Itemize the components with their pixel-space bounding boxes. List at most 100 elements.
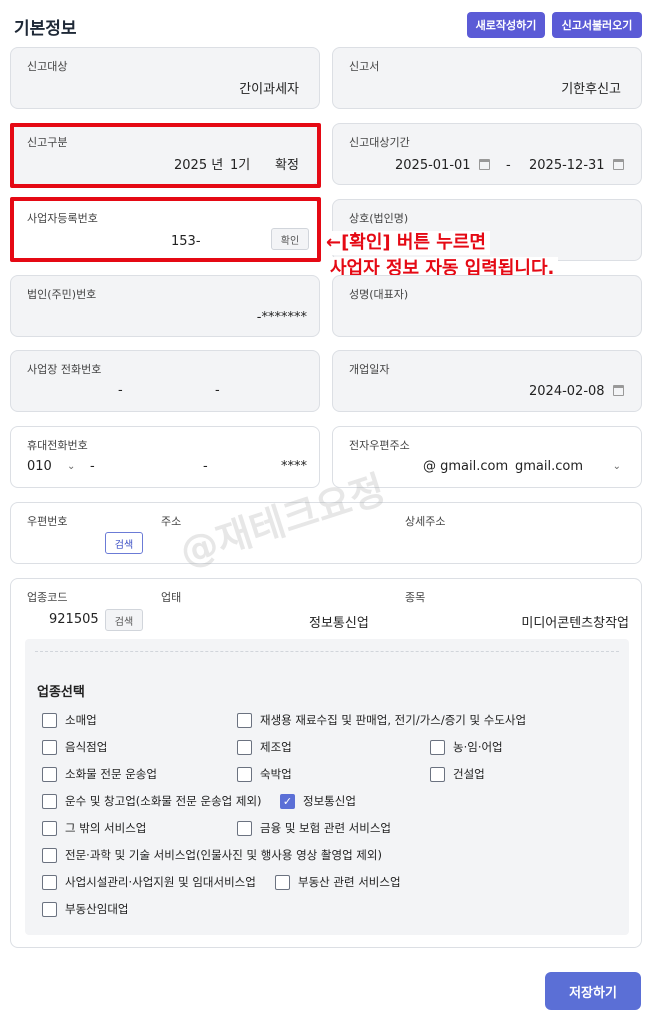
open-date-value: 2024-02-08 <box>529 384 605 399</box>
report-target-field[interactable]: 신고대상 간이과세자 <box>10 47 320 109</box>
checkbox-icon[interactable] <box>42 739 57 755</box>
biz-type-value: 정보통신업 <box>309 616 369 631</box>
email-label: 전자우편주소 <box>349 439 410 452</box>
report-form-label: 신고서 <box>349 60 380 73</box>
zip-label: 우편번호 <box>27 515 68 528</box>
checkbox-label: 음식점업 <box>65 740 108 754</box>
checkbox-icon[interactable] <box>42 766 57 782</box>
checkbox-icon[interactable] <box>430 766 445 782</box>
industry-select-title: 업종선택 <box>37 685 85 700</box>
calendar-icon[interactable] <box>613 159 624 170</box>
detail-address-label: 상세주소 <box>405 515 446 528</box>
divider <box>35 651 619 652</box>
report-type-period: 1기 <box>230 158 251 173</box>
industry-search-button[interactable]: 검색 <box>105 609 143 631</box>
biz-phone-sep1: - <box>118 383 123 398</box>
checkbox-professional[interactable]: 전문·과학 및 기술 서비스업(인물사진 및 행사용 영상 촬영업 제외) <box>42 847 382 863</box>
checkbox-label: 건설업 <box>453 767 485 781</box>
address-search-button[interactable]: 검색 <box>105 532 143 554</box>
checkbox-icon[interactable] <box>237 820 252 836</box>
open-date-label: 개업일자 <box>349 363 390 376</box>
corp-no-field[interactable]: 법인(주민)번호 -******* <box>10 275 320 337</box>
biz-phone-sep2: - <box>215 383 220 398</box>
mobile-masked: **** <box>281 459 307 474</box>
rep-name-label: 성명(대표자) <box>349 288 409 301</box>
checkbox-parcel-transport[interactable]: 소화물 전문 운송업 <box>42 766 157 782</box>
checkbox-recycling-utilities[interactable]: 재생용 재료수집 및 판매업, 전기/가스/증기 및 수도사업 <box>237 712 526 728</box>
item-value: 미디어콘텐츠창작업 <box>521 616 629 631</box>
mobile-sep1: - <box>90 459 95 474</box>
checkbox-label: 재생용 재료수집 및 판매업, 전기/가스/증기 및 수도사업 <box>260 713 527 727</box>
checkbox-icon[interactable] <box>237 712 252 728</box>
checkbox-label: 금융 및 보험 관련 서비스업 <box>260 821 392 835</box>
checkbox-icon[interactable] <box>430 739 445 755</box>
checkbox-icon[interactable] <box>42 712 57 728</box>
checkbox-info-comm[interactable]: ✓ 정보통신업 <box>280 793 356 809</box>
report-type-field[interactable]: 신고구분 2025 년 1기 확정 <box>10 123 320 185</box>
open-date-field[interactable]: 개업일자 2024-02-08 <box>332 350 642 412</box>
period-separator: - <box>506 158 511 173</box>
period-end-value: 2025-12-31 <box>529 158 605 173</box>
checkbox-icon[interactable] <box>42 901 57 917</box>
checkbox-icon[interactable] <box>42 874 57 890</box>
checkbox-manufacturing[interactable]: 제조업 <box>237 739 292 755</box>
report-form-field[interactable]: 신고서 기한후신고 <box>332 47 642 109</box>
period-start-value: 2025-01-01 <box>395 158 471 173</box>
checkbox-real-estate-rental[interactable]: 부동산임대업 <box>42 901 128 917</box>
checkbox-other-services[interactable]: 그 밖의 서비스업 <box>42 820 146 836</box>
industry-code-label: 업종코드 <box>27 591 68 604</box>
page-title: 기본정보 <box>14 19 77 39</box>
mobile-field[interactable]: 휴대전화번호 010 ⌄ - - **** <box>10 426 320 488</box>
calendar-icon[interactable] <box>613 385 624 396</box>
confirm-button[interactable]: 확인 <box>271 228 309 250</box>
checkbox-transport-warehouse[interactable]: 운수 및 창고업(소화물 전문 운송업 제외) <box>42 793 262 809</box>
annotation-line1: ←[확인] 버튼 누르면 <box>322 231 490 255</box>
checkbox-facility-mgmt[interactable]: 사업시설관리·사업지원 및 임대서비스업 <box>42 874 256 890</box>
checkbox-label: 정보통신업 <box>303 794 356 808</box>
checkbox-construction[interactable]: 건설업 <box>430 766 485 782</box>
checkmark-icon[interactable]: ✓ <box>280 793 295 809</box>
biz-phone-label: 사업장 전화번호 <box>27 363 102 376</box>
checkbox-label: 그 밖의 서비스업 <box>65 821 147 835</box>
chevron-down-icon[interactable]: ⌄ <box>613 461 621 472</box>
calendar-icon[interactable] <box>479 159 490 170</box>
report-period-field[interactable]: 신고대상기간 2025-01-01 - 2025-12-31 <box>332 123 642 185</box>
checkbox-label: 사업시설관리·사업지원 및 임대서비스업 <box>65 875 256 889</box>
checkbox-agriculture[interactable]: 농·임·어업 <box>430 739 503 755</box>
checkbox-restaurant[interactable]: 음식점업 <box>42 739 107 755</box>
corp-no-value: -******* <box>256 310 307 325</box>
checkbox-label: 숙박업 <box>260 767 292 781</box>
biz-type-label: 업태 <box>161 591 182 604</box>
biz-phone-field[interactable]: 사업장 전화번호 - - <box>10 350 320 412</box>
checkbox-icon[interactable] <box>42 820 57 836</box>
checkbox-icon[interactable] <box>42 793 57 809</box>
report-type-kind: 확정 <box>275 158 299 173</box>
rep-name-field[interactable]: 성명(대표자) <box>332 275 642 337</box>
biz-reg-no-field[interactable]: 사업자등록번호 153- 확인 <box>10 199 320 261</box>
save-button[interactable]: 저장하기 <box>545 972 641 1010</box>
load-report-button[interactable]: 신고서불러오기 <box>552 12 642 38</box>
item-label: 종목 <box>405 591 426 604</box>
biz-reg-no-value: 153- <box>171 234 201 249</box>
report-target-value: 간이과세자 <box>239 82 299 97</box>
checkbox-label: 부동산임대업 <box>65 902 129 916</box>
checkbox-retail[interactable]: 소매업 <box>42 712 97 728</box>
checkbox-finance[interactable]: 금융 및 보험 관련 서비스업 <box>237 820 391 836</box>
checkbox-label: 소화물 전문 운송업 <box>65 767 157 781</box>
mobile-prefix[interactable]: 010 <box>27 459 52 474</box>
report-period-label: 신고대상기간 <box>349 136 410 149</box>
checkbox-icon[interactable] <box>237 739 252 755</box>
checkbox-real-estate-services[interactable]: 부동산 관련 서비스업 <box>275 874 401 890</box>
checkbox-label: 운수 및 창고업(소화물 전문 운송업 제외) <box>65 794 262 808</box>
checkbox-icon[interactable] <box>237 766 252 782</box>
email-domain-select[interactable]: gmail.com <box>515 459 583 474</box>
checkbox-icon[interactable] <box>275 874 290 890</box>
checkbox-icon[interactable] <box>42 847 57 863</box>
checkbox-lodging[interactable]: 숙박업 <box>237 766 292 782</box>
new-report-button[interactable]: 새로작성하기 <box>467 12 545 38</box>
industry-code-value: 921505 <box>49 612 99 627</box>
mobile-label: 휴대전화번호 <box>27 439 88 452</box>
chevron-down-icon[interactable]: ⌄ <box>67 461 75 472</box>
mobile-sep2: - <box>203 459 208 474</box>
biz-reg-no-label: 사업자등록번호 <box>27 212 98 225</box>
